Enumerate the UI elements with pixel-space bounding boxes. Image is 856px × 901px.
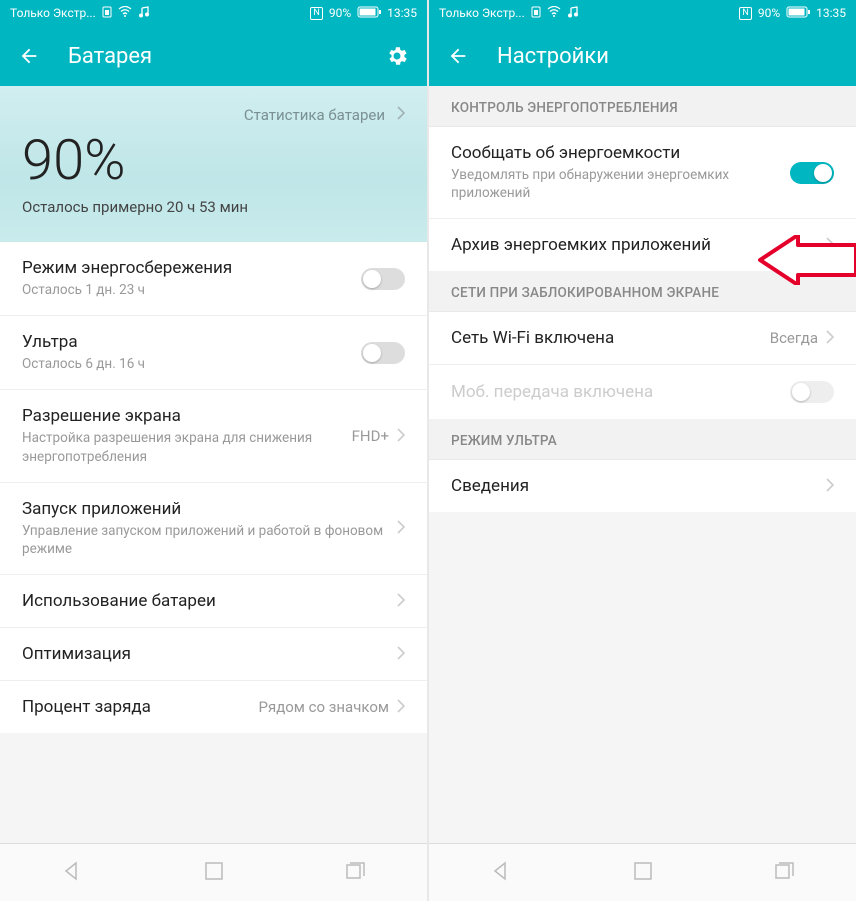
battery-stats-link[interactable]: Статистика батареи — [22, 106, 405, 124]
nfc-icon: N — [739, 7, 751, 20]
nav-bar — [429, 843, 856, 901]
battery-icon — [357, 6, 381, 21]
row-title: Процент заряда — [22, 697, 259, 717]
battery-pct-status: 90% — [758, 6, 780, 20]
row-notify-consumption[interactable]: Сообщать об энергоемкости Уведомлять при… — [429, 127, 856, 219]
chevron-right-icon — [826, 236, 834, 255]
section-header-ultra: Режим ультра — [429, 419, 856, 460]
nav-back-icon[interactable] — [62, 861, 82, 885]
chevron-right-icon — [397, 645, 405, 664]
chevron-right-icon — [397, 106, 405, 124]
row-value: FHD+ — [352, 427, 389, 445]
row-mobile-data-lock: Моб. передача включена — [429, 365, 856, 419]
clock-label: 13:35 — [816, 6, 846, 20]
chevron-right-icon — [397, 519, 405, 538]
row-subtitle: Управление запуском приложений и работой… — [22, 522, 389, 558]
wifi-icon — [547, 6, 561, 20]
row-subtitle: Осталось 6 дн. 16 ч — [22, 355, 361, 373]
row-subtitle: Настройка разрешения экрана для снижения… — [22, 429, 352, 465]
row-title: Сеть Wi-Fi включена — [451, 328, 770, 348]
chevron-right-icon — [397, 427, 405, 446]
row-percent-display[interactable]: Процент заряда Рядом со значком — [0, 681, 427, 733]
row-power-archive[interactable]: Архив энергоемких приложений — [429, 219, 856, 271]
row-title: Сообщать об энергоемкости — [451, 143, 790, 163]
nav-home-icon[interactable] — [205, 862, 223, 884]
row-optimize[interactable]: Оптимизация — [0, 628, 427, 681]
stats-link-label: Статистика батареи — [244, 106, 385, 124]
carrier-label: Только Экстр... — [439, 6, 525, 20]
row-value: Всегда — [770, 329, 818, 347]
header: Батарея — [0, 26, 427, 86]
clock-label: 13:35 — [387, 6, 417, 20]
music-icon — [567, 6, 579, 21]
nfc-icon: N — [310, 7, 322, 20]
back-icon[interactable] — [447, 45, 469, 67]
sim-icon — [102, 6, 112, 21]
music-icon — [138, 6, 150, 21]
row-title: Режим энергосбережения — [22, 258, 361, 278]
row-power-saving[interactable]: Режим энергосбережения Осталось 1 дн. 23… — [0, 242, 427, 316]
wifi-icon — [118, 6, 132, 20]
nav-back-icon[interactable] — [491, 861, 511, 885]
nav-recent-icon[interactable] — [346, 862, 366, 884]
battery-pct-status: 90% — [329, 6, 351, 20]
row-subtitle: Уведомлять при обнаружении энергоемких п… — [451, 166, 790, 202]
header: Настройки — [429, 26, 856, 86]
row-title: Разрешение экрана — [22, 406, 352, 426]
row-info[interactable]: Сведения — [429, 460, 856, 512]
nav-home-icon[interactable] — [634, 862, 652, 884]
status-bar: Только Экстр... N 90% 13:35 — [429, 0, 856, 26]
row-value: Рядом со значком — [259, 698, 390, 716]
row-title: Сведения — [451, 476, 818, 496]
battery-remaining: Осталось примерно 20 ч 53 мин — [22, 198, 405, 216]
nav-bar — [0, 843, 427, 901]
toggle-ultra[interactable] — [361, 342, 405, 364]
page-title: Батарея — [68, 44, 357, 69]
row-app-launch[interactable]: Запуск приложений Управление запуском пр… — [0, 483, 427, 575]
chevron-right-icon — [397, 592, 405, 611]
toggle-power-saving[interactable] — [361, 268, 405, 290]
chevron-right-icon — [397, 698, 405, 717]
chevron-right-icon — [826, 329, 834, 348]
battery-icon — [786, 6, 810, 21]
row-title: Использование батареи — [22, 591, 389, 611]
section-header-network: Сети при заблокированном экране — [429, 271, 856, 312]
page-title: Настройки — [497, 44, 838, 69]
toggle-mobile-data — [790, 381, 834, 403]
row-battery-usage[interactable]: Использование батареи — [0, 575, 427, 628]
toggle-notify[interactable] — [790, 162, 834, 184]
row-resolution[interactable]: Разрешение экрана Настройка разрешения э… — [0, 390, 427, 482]
status-bar: Только Экстр... N 90% 13:35 — [0, 0, 427, 26]
nav-recent-icon[interactable] — [775, 862, 795, 884]
sim-icon — [531, 6, 541, 21]
gear-icon[interactable] — [385, 44, 409, 68]
row-subtitle: Осталось 1 дн. 23 ч — [22, 281, 361, 299]
row-wifi-lock[interactable]: Сеть Wi-Fi включена Всегда — [429, 312, 856, 365]
chevron-right-icon — [826, 477, 834, 496]
carrier-label: Только Экстр... — [10, 6, 96, 20]
row-title: Ультра — [22, 332, 361, 352]
phone-left: Только Экстр... N 90% 13:35 Батарея — [0, 0, 427, 901]
phone-right: Только Экстр... N 90% 13:35 Настройки Ко… — [429, 0, 856, 901]
row-title: Моб. передача включена — [451, 382, 790, 402]
row-title: Запуск приложений — [22, 499, 389, 519]
settings-list: Режим энергосбережения Осталось 1 дн. 23… — [0, 242, 427, 733]
battery-percentage: 90% — [22, 132, 405, 188]
row-ultra[interactable]: Ультра Осталось 6 дн. 16 ч — [0, 316, 427, 390]
battery-hero: Статистика батареи 90% Осталось примерно… — [0, 86, 427, 242]
row-title: Оптимизация — [22, 644, 389, 664]
section-header-power: Контроль энергопотребления — [429, 86, 856, 127]
back-icon[interactable] — [18, 45, 40, 67]
row-title: Архив энергоемких приложений — [451, 235, 818, 255]
